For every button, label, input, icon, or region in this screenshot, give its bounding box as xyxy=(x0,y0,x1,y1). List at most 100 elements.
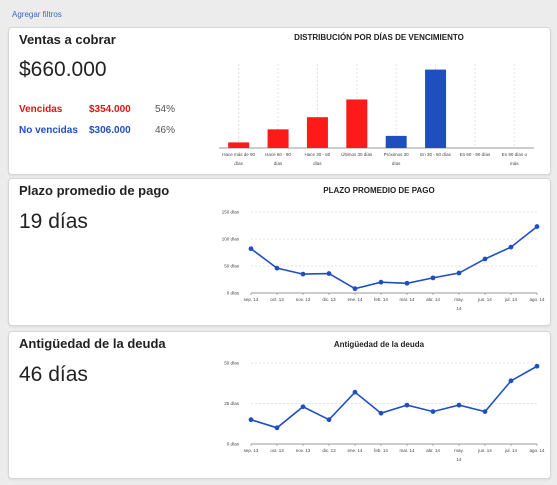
due-distribution-chart-title: DISTRIBUCIÓN POR DÍAS DE VENCIMIENTO xyxy=(294,33,464,42)
x-tick-label: feb. 14 xyxy=(374,448,388,453)
debt-age-value: 46 días xyxy=(19,363,88,386)
x-tick-label: abr. 14 xyxy=(426,448,440,453)
avg-payment-term-chart: 0 días 50 días 100 días 150 días sep. 13 oct.… xyxy=(222,210,545,312)
debt-age-card: Antigüedad de la deuda 46 días Antigüeda… xyxy=(8,331,551,479)
receivables-total: $660.000 xyxy=(19,58,107,81)
debt-age-chart: 0 días 25 días 50 días sep. 13 oct. 13 nov. 1… xyxy=(224,361,545,463)
x-tick-label: sep. 13 xyxy=(244,448,259,453)
bar xyxy=(306,117,328,148)
x-tick-label: may. xyxy=(454,297,463,302)
data-point xyxy=(378,279,384,285)
avg-payment-term-chart-title: PLAZO PROMEDIO DE PAGO xyxy=(323,186,435,195)
receivables-card: Ventas a cobrar $660.000 Vencidas $354.0… xyxy=(8,27,551,175)
x-tick-label: dic. 13 xyxy=(322,448,336,453)
x-tick-label: abr. 14 xyxy=(426,297,440,302)
x-tick-label: Hace 30 - 60 xyxy=(305,152,331,157)
x-tick-label: oct. 13 xyxy=(270,448,284,453)
x-tick-label: nov. 13 xyxy=(296,448,311,453)
data-point xyxy=(430,409,436,414)
bar xyxy=(346,99,368,148)
bar xyxy=(228,142,250,148)
x-tick-label: días xyxy=(313,161,322,166)
data-point xyxy=(352,389,358,395)
x-tick-label: Hace 60 - 90 xyxy=(265,152,291,157)
x-tick-label: ene. 14 xyxy=(347,297,363,302)
data-point xyxy=(404,402,410,408)
data-point xyxy=(274,265,280,271)
x-tick-label: mar. 14 xyxy=(399,297,415,302)
avg-payment-term-value: 19 días xyxy=(19,210,88,233)
data-point xyxy=(326,271,332,276)
debt-age-title: Antigüedad de la deuda xyxy=(19,336,166,351)
x-tick-label: dic. 13 xyxy=(322,297,336,302)
receivables-title: Ventas a cobrar xyxy=(19,32,116,47)
x-tick-label: 14 xyxy=(456,306,462,311)
data-point xyxy=(300,404,306,410)
x-tick-label: ene. 14 xyxy=(347,448,363,453)
not-overdue-amount: $306.000 xyxy=(89,125,131,136)
y-tick-label: 50 días xyxy=(224,264,240,269)
x-tick-label: más xyxy=(510,161,519,166)
data-point xyxy=(534,363,540,369)
y-tick-label: 50 días xyxy=(224,361,240,366)
data-point xyxy=(534,224,540,229)
y-tick-label: 100 días xyxy=(222,237,240,242)
x-tick-label: En 30 - 60 días xyxy=(420,152,451,157)
x-tick-label: nov. 13 xyxy=(296,297,311,302)
overdue-amount: $354.000 xyxy=(89,104,131,115)
data-point xyxy=(300,271,306,277)
data-point xyxy=(508,378,514,384)
data-point xyxy=(378,410,384,416)
y-tick-label: 150 días xyxy=(222,210,240,215)
y-tick-label: 0 días xyxy=(227,291,240,296)
x-tick-label: días xyxy=(234,161,243,166)
data-point xyxy=(248,246,254,252)
x-tick-label: Últimos 30 días xyxy=(341,151,373,157)
debt-age-chart-title: Antigüedad de la deuda xyxy=(333,340,425,349)
data-point xyxy=(248,417,254,423)
bar xyxy=(385,135,407,148)
due-distribution-chart: Hace más de 90 días Hace 60 - 90 días Hace 3… xyxy=(219,64,534,166)
data-point xyxy=(482,256,488,262)
y-tick-label: 0 días xyxy=(227,442,240,447)
x-tick-label: En 90 días o xyxy=(502,152,528,157)
data-point xyxy=(352,286,358,292)
data-point xyxy=(274,425,280,431)
not-overdue-label: No vencidas xyxy=(19,125,78,136)
x-tick-label: días xyxy=(274,161,283,166)
data-point xyxy=(456,270,462,276)
x-tick-label: may. xyxy=(454,448,463,453)
data-point xyxy=(430,275,436,281)
x-tick-label: 14 xyxy=(456,457,462,462)
data-point xyxy=(482,409,488,414)
data-point xyxy=(456,402,462,408)
bar xyxy=(425,69,447,148)
bar xyxy=(267,129,289,148)
x-tick-label: Próximos 30 xyxy=(384,152,410,157)
data-point xyxy=(326,417,332,423)
x-tick-label: sep. 13 xyxy=(244,297,259,302)
x-tick-label: En 60 - 90 días xyxy=(460,152,491,157)
x-tick-label: Hace más de 90 xyxy=(222,152,255,157)
overdue-percent: 54% xyxy=(155,104,176,115)
series-line xyxy=(250,365,538,429)
avg-payment-term-card: Plazo promedio de pago 19 días PLAZO PRO… xyxy=(8,178,551,326)
x-tick-label: mar. 14 xyxy=(399,448,415,453)
x-tick-label: jun. 14 xyxy=(477,297,492,302)
avg-payment-term-title: Plazo promedio de pago xyxy=(19,183,170,198)
x-tick-label: oct. 13 xyxy=(270,297,284,302)
data-point xyxy=(508,244,514,250)
y-tick-label: 25 días xyxy=(224,401,240,406)
x-tick-label: jun. 14 xyxy=(477,448,492,453)
add-filters-link[interactable]: Agregar filtros xyxy=(12,10,62,19)
x-tick-label: jul. 14 xyxy=(504,448,518,453)
overdue-label: Vencidas xyxy=(19,104,63,115)
data-point xyxy=(404,280,410,286)
x-tick-label: feb. 14 xyxy=(374,297,388,302)
x-tick-label: días xyxy=(392,161,401,166)
x-tick-label: jul. 14 xyxy=(504,297,518,302)
x-tick-label: ago. 14 xyxy=(529,448,545,453)
x-tick-label: ago. 14 xyxy=(529,297,545,302)
series-line xyxy=(250,225,538,290)
not-overdue-percent: 46% xyxy=(155,125,176,136)
